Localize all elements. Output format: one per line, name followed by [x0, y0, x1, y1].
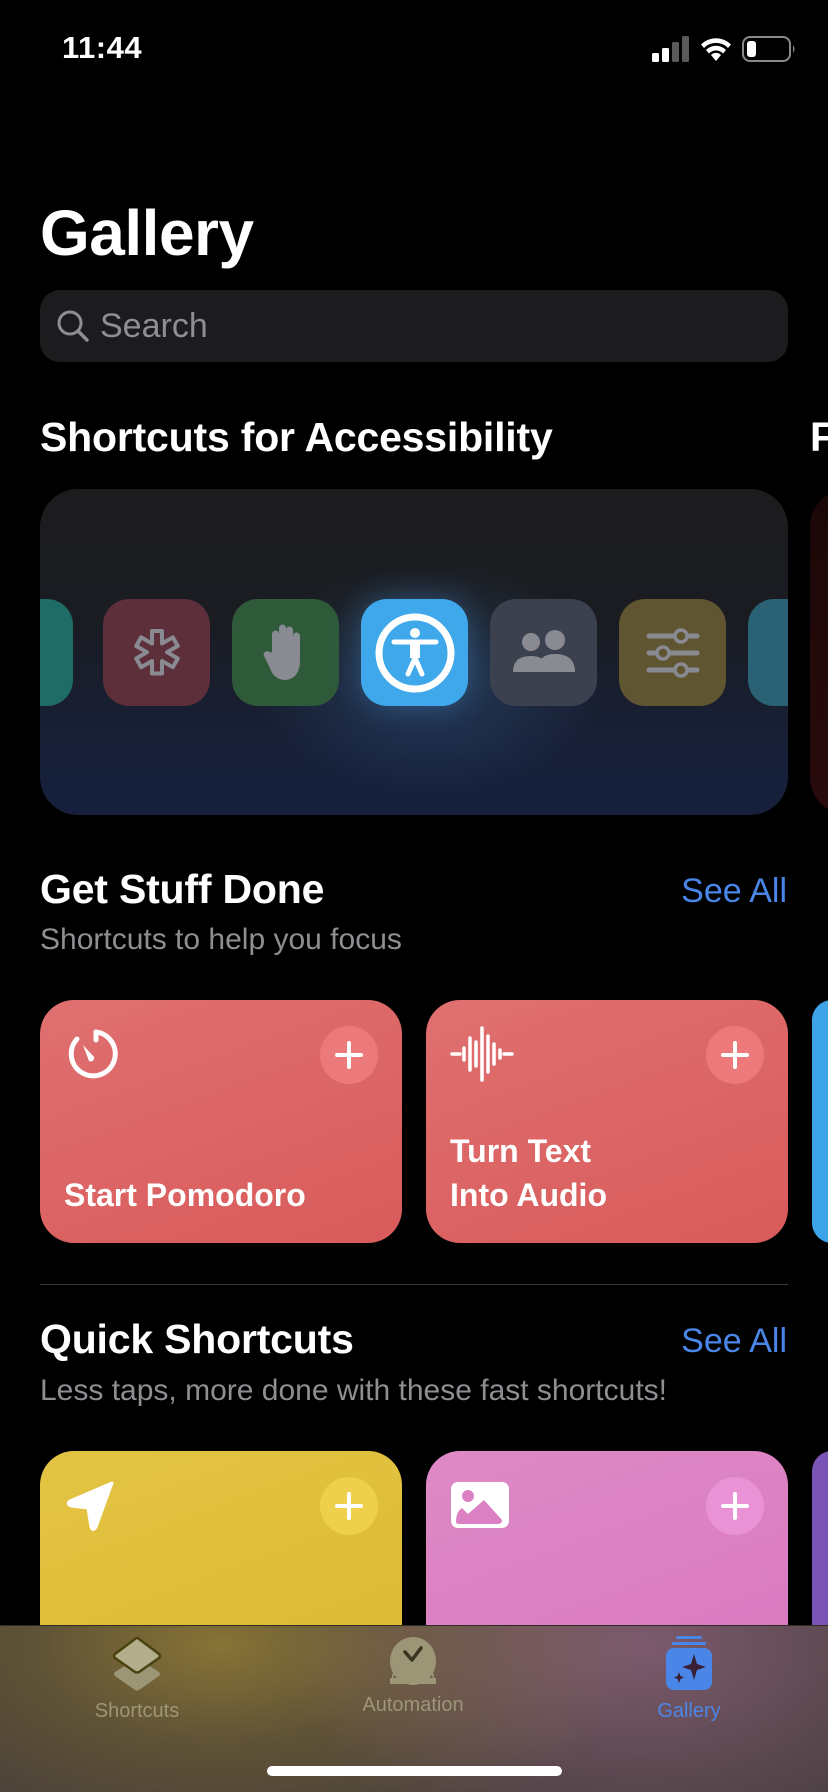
- accessibility-banner[interactable]: [40, 489, 788, 815]
- medical-star-icon: [133, 628, 180, 675]
- hand-icon: [263, 624, 300, 680]
- search-icon: [57, 310, 89, 342]
- tile-hand: [232, 599, 339, 706]
- waveform-icon: [450, 1026, 514, 1082]
- search-bar[interactable]: [40, 290, 788, 362]
- search-input[interactable]: [100, 306, 760, 346]
- tab-automation[interactable]: Automation: [313, 1636, 513, 1717]
- add-shortcut-button[interactable]: [320, 1026, 378, 1084]
- shortcut-card-start-pomodoro[interactable]: Start Pomodoro: [40, 1000, 402, 1243]
- shortcut-card-label: Turn Text Into Audio: [450, 1133, 607, 1213]
- location-arrow-icon: [66, 1481, 114, 1531]
- accessibility-icon: [375, 613, 454, 692]
- status-time: 11:44: [62, 30, 143, 65]
- shortcut-card-peek[interactable]: [812, 1000, 828, 1243]
- section-title-accessibility: Shortcuts for Accessibility: [40, 414, 553, 460]
- tab-shortcuts[interactable]: Shortcuts: [37, 1636, 237, 1723]
- section-title-quick-shortcuts: Quick Shortcuts: [40, 1316, 354, 1362]
- plus-icon: [721, 1492, 749, 1520]
- cellular-signal-icon: [652, 36, 689, 62]
- plus-icon: [335, 1041, 363, 1069]
- page-title: Gallery: [40, 197, 254, 269]
- tile-people: [490, 599, 597, 706]
- wifi-icon: [701, 38, 731, 61]
- sparkles-icon: [772, 623, 789, 683]
- battery-icon: [742, 36, 795, 62]
- tile-accessibility: [361, 599, 468, 706]
- see-all-quick-shortcuts-button[interactable]: See All: [681, 1322, 787, 1361]
- tile-hearing: [40, 599, 73, 706]
- hearing-icon: [40, 623, 50, 683]
- tile-sparkles: [748, 599, 788, 706]
- next-banner-peek[interactable]: [810, 489, 828, 815]
- add-shortcut-button[interactable]: [706, 1026, 764, 1084]
- shortcuts-stack-icon: [112, 1636, 162, 1691]
- home-indicator[interactable]: [267, 1766, 562, 1776]
- tab-label: Automation: [362, 1694, 464, 1716]
- section-subtitle-get-stuff-done: Shortcuts to help you focus: [40, 923, 402, 956]
- tab-gallery[interactable]: Gallery: [589, 1636, 789, 1723]
- next-section-title-peek: F: [810, 414, 828, 460]
- timer-icon: [68, 1029, 118, 1079]
- plus-icon: [721, 1041, 749, 1069]
- plus-icon: [335, 1492, 363, 1520]
- tile-medical: [103, 599, 210, 706]
- tab-label: Shortcuts: [94, 1700, 180, 1722]
- tab-label: Gallery: [657, 1700, 721, 1722]
- see-all-get-stuff-done-button[interactable]: See All: [681, 872, 787, 911]
- section-divider: [40, 1284, 788, 1285]
- status-icons: [652, 36, 796, 62]
- add-shortcut-button[interactable]: [706, 1477, 764, 1535]
- automation-clock-icon: [390, 1637, 436, 1685]
- gallery-icon: [666, 1636, 712, 1690]
- shortcut-card-label: Start Pomodoro: [64, 1177, 306, 1213]
- people-icon: [512, 629, 575, 672]
- shortcut-card-turn-text-into-audio[interactable]: Turn Text Into Audio: [426, 1000, 788, 1243]
- photo-icon: [451, 1482, 509, 1528]
- section-subtitle-quick-shortcuts: Less taps, more done with these fast sho…: [40, 1374, 667, 1407]
- add-shortcut-button[interactable]: [320, 1477, 378, 1535]
- section-title-get-stuff-done: Get Stuff Done: [40, 866, 325, 912]
- tile-sliders: [619, 599, 726, 706]
- sliders-icon: [646, 627, 699, 678]
